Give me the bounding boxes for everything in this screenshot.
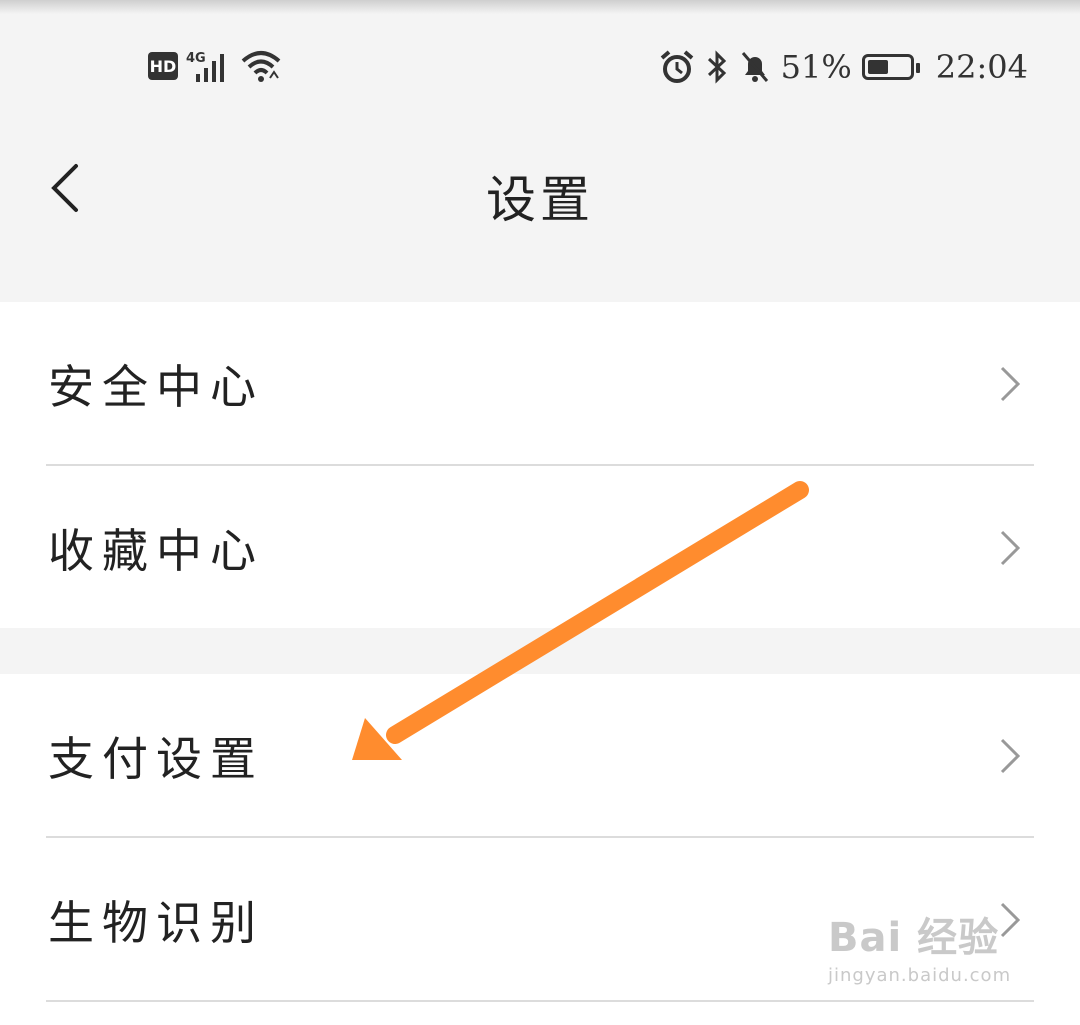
- settings-group-1: 安全中心 收藏中心: [0, 302, 1080, 628]
- row-security-center[interactable]: 安全中心: [0, 302, 1080, 466]
- battery-icon: [861, 54, 920, 80]
- row-payment-settings[interactable]: 支付设置: [0, 674, 1080, 838]
- alarm-icon: [660, 50, 693, 83]
- battery-fill: [867, 60, 888, 74]
- signal-icon: 4G: [186, 51, 224, 82]
- chevron-right-icon: [1000, 530, 1021, 566]
- status-bar: HD 4G 51% 22:04: [0, 0, 1080, 110]
- row-label: 收藏中心: [48, 524, 264, 578]
- nav-bar: 设置: [0, 110, 1080, 300]
- row-favorites-center[interactable]: 收藏中心: [0, 466, 1080, 630]
- chevron-right-icon: [1000, 366, 1021, 402]
- watermark-url: jingyan.baidu.com: [828, 965, 1012, 986]
- chevron-right-icon: [1000, 738, 1021, 774]
- page-title: 设置: [486, 171, 594, 229]
- hd-badge: HD: [148, 52, 178, 80]
- network-type: 4G: [186, 51, 206, 66]
- wifi-icon: [241, 51, 281, 82]
- status-left: HD 4G: [148, 46, 282, 86]
- row-label: 安全中心: [48, 360, 264, 414]
- row-label: 生物识别: [48, 896, 264, 950]
- battery-percent: 51%: [780, 48, 852, 86]
- watermark-logo: Bai 经验: [828, 915, 1000, 961]
- status-right: 51% 22:04: [659, 44, 1028, 90]
- mute-bell-icon: [741, 52, 768, 82]
- divider: [46, 1000, 1034, 1002]
- row-label: 支付设置: [48, 732, 264, 786]
- clock: 22:04: [935, 48, 1028, 86]
- watermark: Bai 经验 jingyan.baidu.com: [828, 905, 1028, 986]
- bluetooth-icon: [707, 50, 726, 84]
